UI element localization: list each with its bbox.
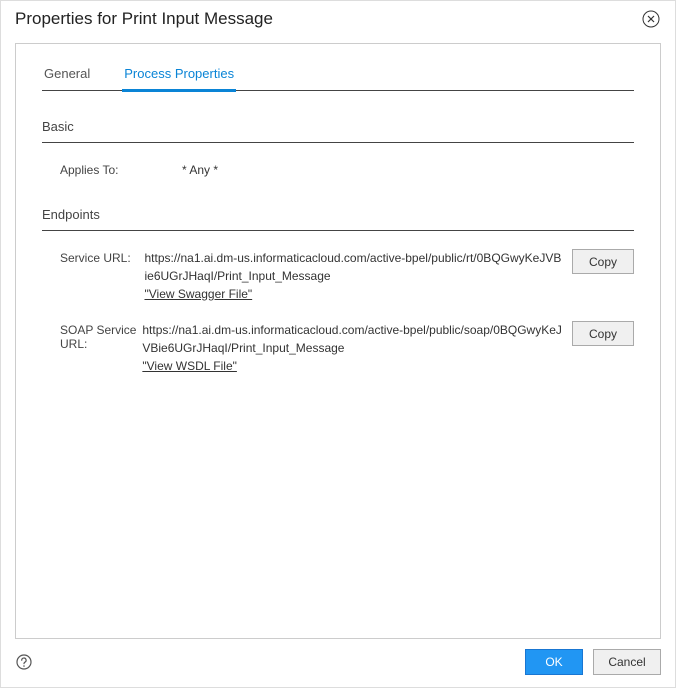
service-url-label: Service URL: xyxy=(42,249,144,265)
close-icon[interactable] xyxy=(641,9,661,29)
section-header-basic: Basic xyxy=(42,119,634,143)
dialog-title: Properties for Print Input Message xyxy=(15,9,273,29)
applies-to-label: Applies To: xyxy=(42,161,182,177)
soap-service-url-label: SOAP Service URL: xyxy=(42,321,142,351)
footer-buttons: OK Cancel xyxy=(525,649,661,675)
dialog-footer: OK Cancel xyxy=(1,639,675,687)
cancel-button[interactable]: Cancel xyxy=(593,649,661,675)
section-basic: Basic Applies To: * Any * xyxy=(42,119,634,179)
soap-service-url-text: https://na1.ai.dm-us.informaticacloud.co… xyxy=(142,321,562,357)
field-soap-service-url: SOAP Service URL: https://na1.ai.dm-us.i… xyxy=(42,321,634,375)
section-header-endpoints: Endpoints xyxy=(42,207,634,231)
field-service-url: Service URL: https://na1.ai.dm-us.inform… xyxy=(42,249,634,303)
ok-button[interactable]: OK xyxy=(525,649,583,675)
service-url-text: https://na1.ai.dm-us.informaticacloud.co… xyxy=(144,249,562,285)
view-wsdl-link[interactable]: "View WSDL File" xyxy=(142,359,237,373)
applies-to-value: * Any * xyxy=(182,161,634,179)
view-swagger-link[interactable]: "View Swagger File" xyxy=(144,287,252,301)
copy-service-url-button[interactable]: Copy xyxy=(572,249,634,274)
titlebar: Properties for Print Input Message xyxy=(1,1,675,35)
section-endpoints: Endpoints Service URL: https://na1.ai.dm… xyxy=(42,207,634,375)
help-icon[interactable] xyxy=(15,653,33,671)
service-url-value: https://na1.ai.dm-us.informaticacloud.co… xyxy=(144,249,572,303)
tabs: General Process Properties xyxy=(42,66,634,91)
soap-service-url-value: https://na1.ai.dm-us.informaticacloud.co… xyxy=(142,321,572,375)
properties-dialog: Properties for Print Input Message Gener… xyxy=(0,0,676,688)
tab-process-properties[interactable]: Process Properties xyxy=(122,66,236,91)
copy-soap-url-button[interactable]: Copy xyxy=(572,321,634,346)
tab-general[interactable]: General xyxy=(42,66,92,91)
content-frame: General Process Properties Basic Applies… xyxy=(15,43,661,639)
field-applies-to: Applies To: * Any * xyxy=(42,161,634,179)
